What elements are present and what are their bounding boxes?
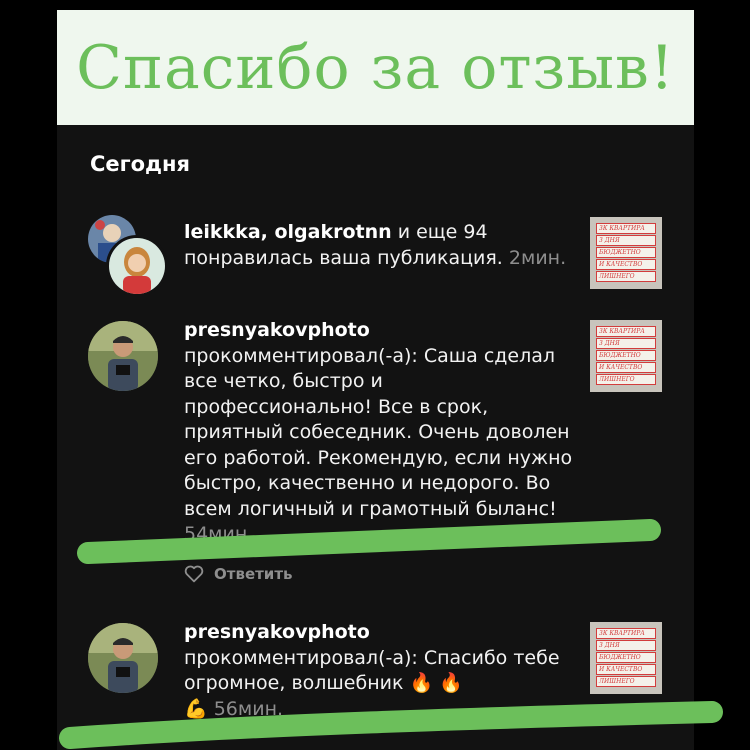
commenter-username[interactable]: presnyakovphoto [184,319,370,341]
post-thumbnail[interactable]: 3К КВАРТИРА 3 ДНЯ БЮДЖЕТНО И КАЧЕСТВО ЛИ… [590,622,662,694]
timestamp: 2мин. [508,246,567,269]
avatar-presnyakovphoto[interactable] [88,623,158,693]
comment-body: прокомментировал(-а): Саша сделал все че… [184,344,573,520]
notification-text: leikkka, olgakrotnn и еще 94 понравилась… [184,221,567,269]
heart-outline-icon[interactable] [184,565,204,583]
post-thumbnail[interactable]: 3К КВАРТИРА 3 ДНЯ БЮДЖЕТНО И КАЧЕСТВО ЛИ… [590,320,662,392]
commenter-username[interactable]: presnyakovphoto [184,621,370,643]
timestamp: 56мин. [213,697,284,720]
liker-usernames[interactable]: leikkka, olgakrotnn [184,221,392,243]
banner-title: Спасибо за отзыв! [76,32,675,103]
flexed-biceps-emoji-icon: 💪 [184,697,208,720]
section-header-today: Сегодня [90,152,191,176]
reply-action[interactable]: Ответить [184,565,293,583]
avatar-olgakrotnn[interactable] [106,235,168,297]
post-thumbnail[interactable]: 3К КВАРТИРА 3 ДНЯ БЮДЖЕТНО И КАЧЕСТВО ЛИ… [590,217,662,289]
reply-button[interactable]: Ответить [214,565,293,583]
notification-text: presnyakovphoto прокомментировал(-а): Сп… [184,620,574,722]
avatar-presnyakovphoto[interactable] [88,321,158,391]
timestamp: 54мин. [184,523,254,545]
notification-text: presnyakovphoto прокомментировал(-а): Са… [184,318,574,548]
fire-emoji-icon: 🔥 🔥 [409,672,463,694]
thank-you-banner: Спасибо за отзыв! [57,10,694,125]
comment-body: прокомментировал(-а): Спасибо тебе огром… [184,646,560,695]
